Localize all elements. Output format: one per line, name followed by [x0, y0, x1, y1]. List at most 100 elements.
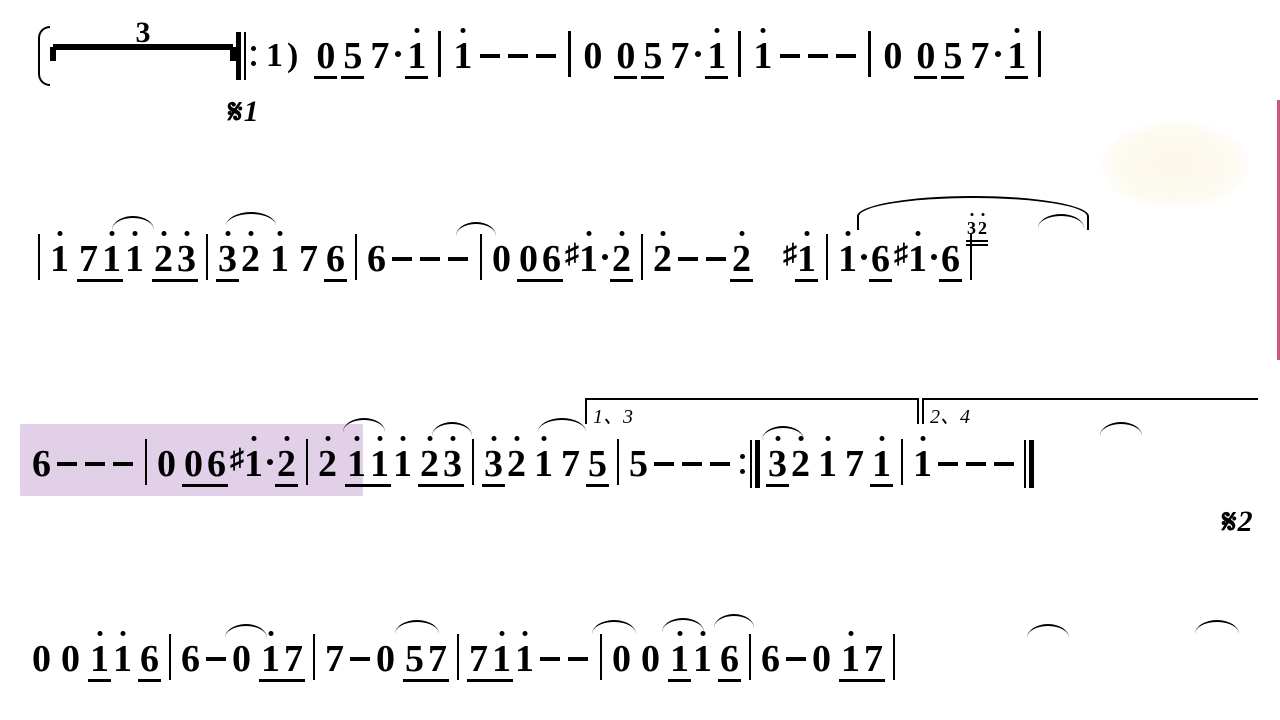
note: 1	[244, 445, 263, 483]
sustain	[706, 257, 726, 261]
note: 0	[883, 37, 902, 75]
sustain	[780, 54, 800, 58]
note: 0	[583, 37, 602, 75]
note: 1	[370, 445, 389, 483]
sustain	[448, 257, 468, 261]
note: 2	[653, 240, 672, 278]
sustain	[654, 462, 674, 466]
sustain	[568, 657, 588, 661]
segno-2: 2	[1222, 504, 1253, 542]
note: 0	[641, 640, 660, 678]
note: 5	[629, 445, 648, 483]
barline	[306, 439, 308, 485]
barline	[868, 31, 871, 77]
note: 1	[908, 240, 927, 278]
sustain	[85, 462, 105, 466]
note: 6	[326, 240, 345, 278]
tie	[714, 614, 754, 634]
note: 1	[515, 640, 534, 678]
barline	[600, 634, 602, 680]
note: 2	[612, 240, 631, 278]
sustain	[994, 462, 1014, 466]
note: 6	[32, 445, 51, 483]
note: 6	[941, 240, 960, 278]
note: 0	[232, 640, 251, 678]
sustain	[536, 54, 556, 58]
sustain	[508, 54, 528, 58]
score-sheet: 3 1 ) 0 5 7 1 1 0 0 5 7 1 1 0 0	[0, 0, 1280, 720]
tuplet-number: 3	[136, 16, 151, 50]
barline	[457, 634, 459, 680]
note: 3	[768, 445, 787, 483]
note: 2	[154, 240, 173, 278]
sustain	[540, 657, 560, 661]
sustain	[350, 657, 370, 661]
note: 3	[443, 445, 462, 483]
note: 1	[270, 240, 289, 278]
note: 7	[299, 240, 318, 278]
note: 6	[871, 240, 890, 278]
volta-label: 2、4	[930, 400, 970, 429]
note: 2	[791, 445, 810, 483]
note: 0	[316, 37, 335, 75]
barline	[438, 31, 441, 77]
note: 1	[453, 37, 472, 75]
note: 2	[507, 445, 526, 483]
note: 6	[140, 640, 159, 678]
note: 1	[670, 640, 689, 678]
barline	[1038, 31, 1041, 77]
volta-label: 1、3	[593, 400, 633, 429]
note: 0	[612, 640, 631, 678]
dotted	[995, 51, 1001, 57]
note: 1	[113, 640, 132, 678]
note: 0	[184, 445, 203, 483]
sustain	[206, 657, 226, 661]
barline	[901, 439, 903, 485]
note: 5	[405, 640, 424, 678]
note: 1	[913, 445, 932, 483]
note: 7	[370, 37, 389, 75]
sustain	[966, 462, 986, 466]
dotted	[931, 254, 937, 260]
barline	[738, 31, 741, 77]
barline	[893, 634, 895, 680]
note: 0	[157, 445, 176, 483]
barline	[617, 439, 619, 485]
volta-second: 2、4	[922, 398, 1258, 424]
dotted	[602, 254, 608, 260]
note: 1	[347, 445, 366, 483]
note: 6	[542, 240, 561, 278]
barline	[749, 634, 751, 680]
repeat-end	[740, 440, 760, 488]
volta-first: 1、3	[585, 398, 919, 424]
barline	[313, 634, 315, 680]
note: 7	[325, 640, 344, 678]
sustain	[678, 257, 698, 261]
note: 2	[420, 445, 439, 483]
sustain	[420, 257, 440, 261]
sharp: ♯	[230, 444, 244, 476]
barline	[472, 439, 474, 485]
note: 1	[841, 640, 860, 678]
note: 2	[241, 240, 260, 278]
watermark	[1100, 120, 1250, 210]
dotted	[695, 51, 701, 57]
barline	[38, 234, 40, 280]
note: 0	[519, 240, 538, 278]
barline	[145, 439, 147, 485]
note: 1	[125, 240, 144, 278]
note: 0	[916, 37, 935, 75]
barline	[641, 234, 643, 280]
note: 7	[469, 640, 488, 678]
note: 1	[102, 240, 121, 278]
music-line-3: 6 0 0 6 ♯ 1 2 2 1 1 1 2 3 3 2 1 7 5 5	[30, 440, 1266, 488]
barline	[970, 234, 972, 280]
note: 5	[643, 37, 662, 75]
note: 6	[181, 640, 200, 678]
note: 0	[616, 37, 635, 75]
note: 1	[872, 445, 891, 483]
note: 1	[261, 640, 280, 678]
music-line-1: 1 ) 0 5 7 1 1 0 0 5 7 1 1 0 0 5 7 1	[230, 32, 1266, 80]
sustain	[480, 54, 500, 58]
barline	[355, 234, 357, 280]
